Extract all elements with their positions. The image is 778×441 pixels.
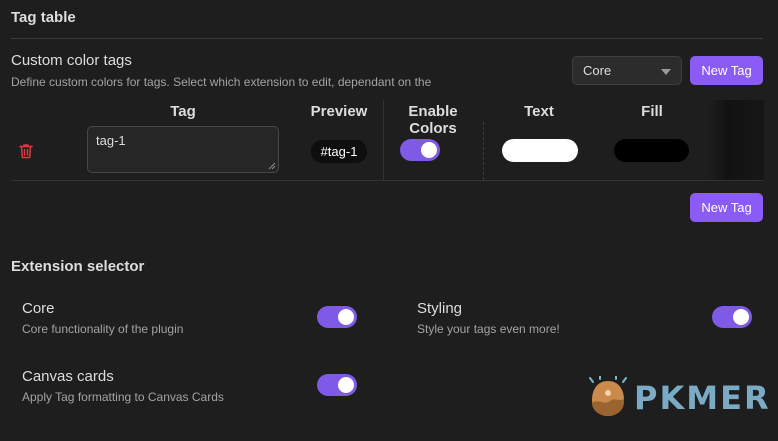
chevron-down-icon — [661, 69, 671, 75]
custom-color-tags-description: Define custom colors for tags. Select wh… — [11, 75, 432, 89]
extension-styling-title: Styling — [417, 300, 463, 317]
new-tag-button[interactable]: New Tag — [690, 56, 763, 85]
extension-core-title: Core — [22, 300, 55, 317]
toggle-knob — [338, 377, 354, 393]
extension-selector-heading: Extension selector — [11, 258, 145, 275]
column-header-tag: Tag — [170, 103, 196, 120]
tag-preview: #tag-1 — [311, 140, 367, 163]
table-scroll-shade — [708, 100, 764, 180]
extension-select[interactable]: Core — [572, 56, 682, 85]
extension-styling-description: Style your tags even more! — [417, 322, 560, 336]
toggle-knob — [338, 309, 354, 325]
extension-core-description: Core functionality of the plugin — [22, 322, 184, 336]
text-color-swatch[interactable] — [502, 139, 578, 162]
extension-canvas-cards-toggle[interactable] — [317, 374, 357, 396]
tag-name-input[interactable]: tag-1 — [87, 126, 279, 173]
column-header-enable-colors: Enable Colors — [408, 103, 458, 137]
column-separator — [383, 100, 384, 180]
new-tag-button-bottom[interactable]: New Tag — [690, 193, 763, 222]
tag-table-heading: Tag table — [11, 9, 76, 26]
toggle-knob — [733, 309, 749, 325]
custom-color-tags-title: Custom color tags — [11, 52, 132, 69]
extension-core-toggle[interactable] — [317, 306, 357, 328]
extension-canvas-cards-description: Apply Tag formatting to Canvas Cards — [22, 390, 224, 404]
column-header-preview: Preview — [310, 103, 368, 120]
tag-name-value: tag-1 — [96, 133, 126, 148]
pkmer-logo-icon — [588, 375, 628, 418]
column-header-fill: Fill — [641, 103, 663, 120]
enable-colors-toggle[interactable] — [400, 139, 440, 161]
toggle-knob — [421, 142, 437, 158]
fill-color-swatch[interactable] — [614, 139, 689, 162]
extension-styling-toggle[interactable] — [712, 306, 752, 328]
resize-grip-icon[interactable] — [268, 162, 276, 170]
trash-icon — [19, 144, 33, 159]
heading-divider — [11, 38, 763, 39]
extension-select-value: Core — [583, 63, 612, 78]
extension-canvas-cards-title: Canvas cards — [22, 368, 114, 385]
table-bottom-divider — [11, 180, 763, 181]
column-separator-dashed — [483, 122, 484, 180]
delete-tag-button[interactable] — [17, 142, 35, 160]
watermark-text: PKMER — [634, 379, 771, 417]
column-header-text: Text — [524, 103, 554, 120]
